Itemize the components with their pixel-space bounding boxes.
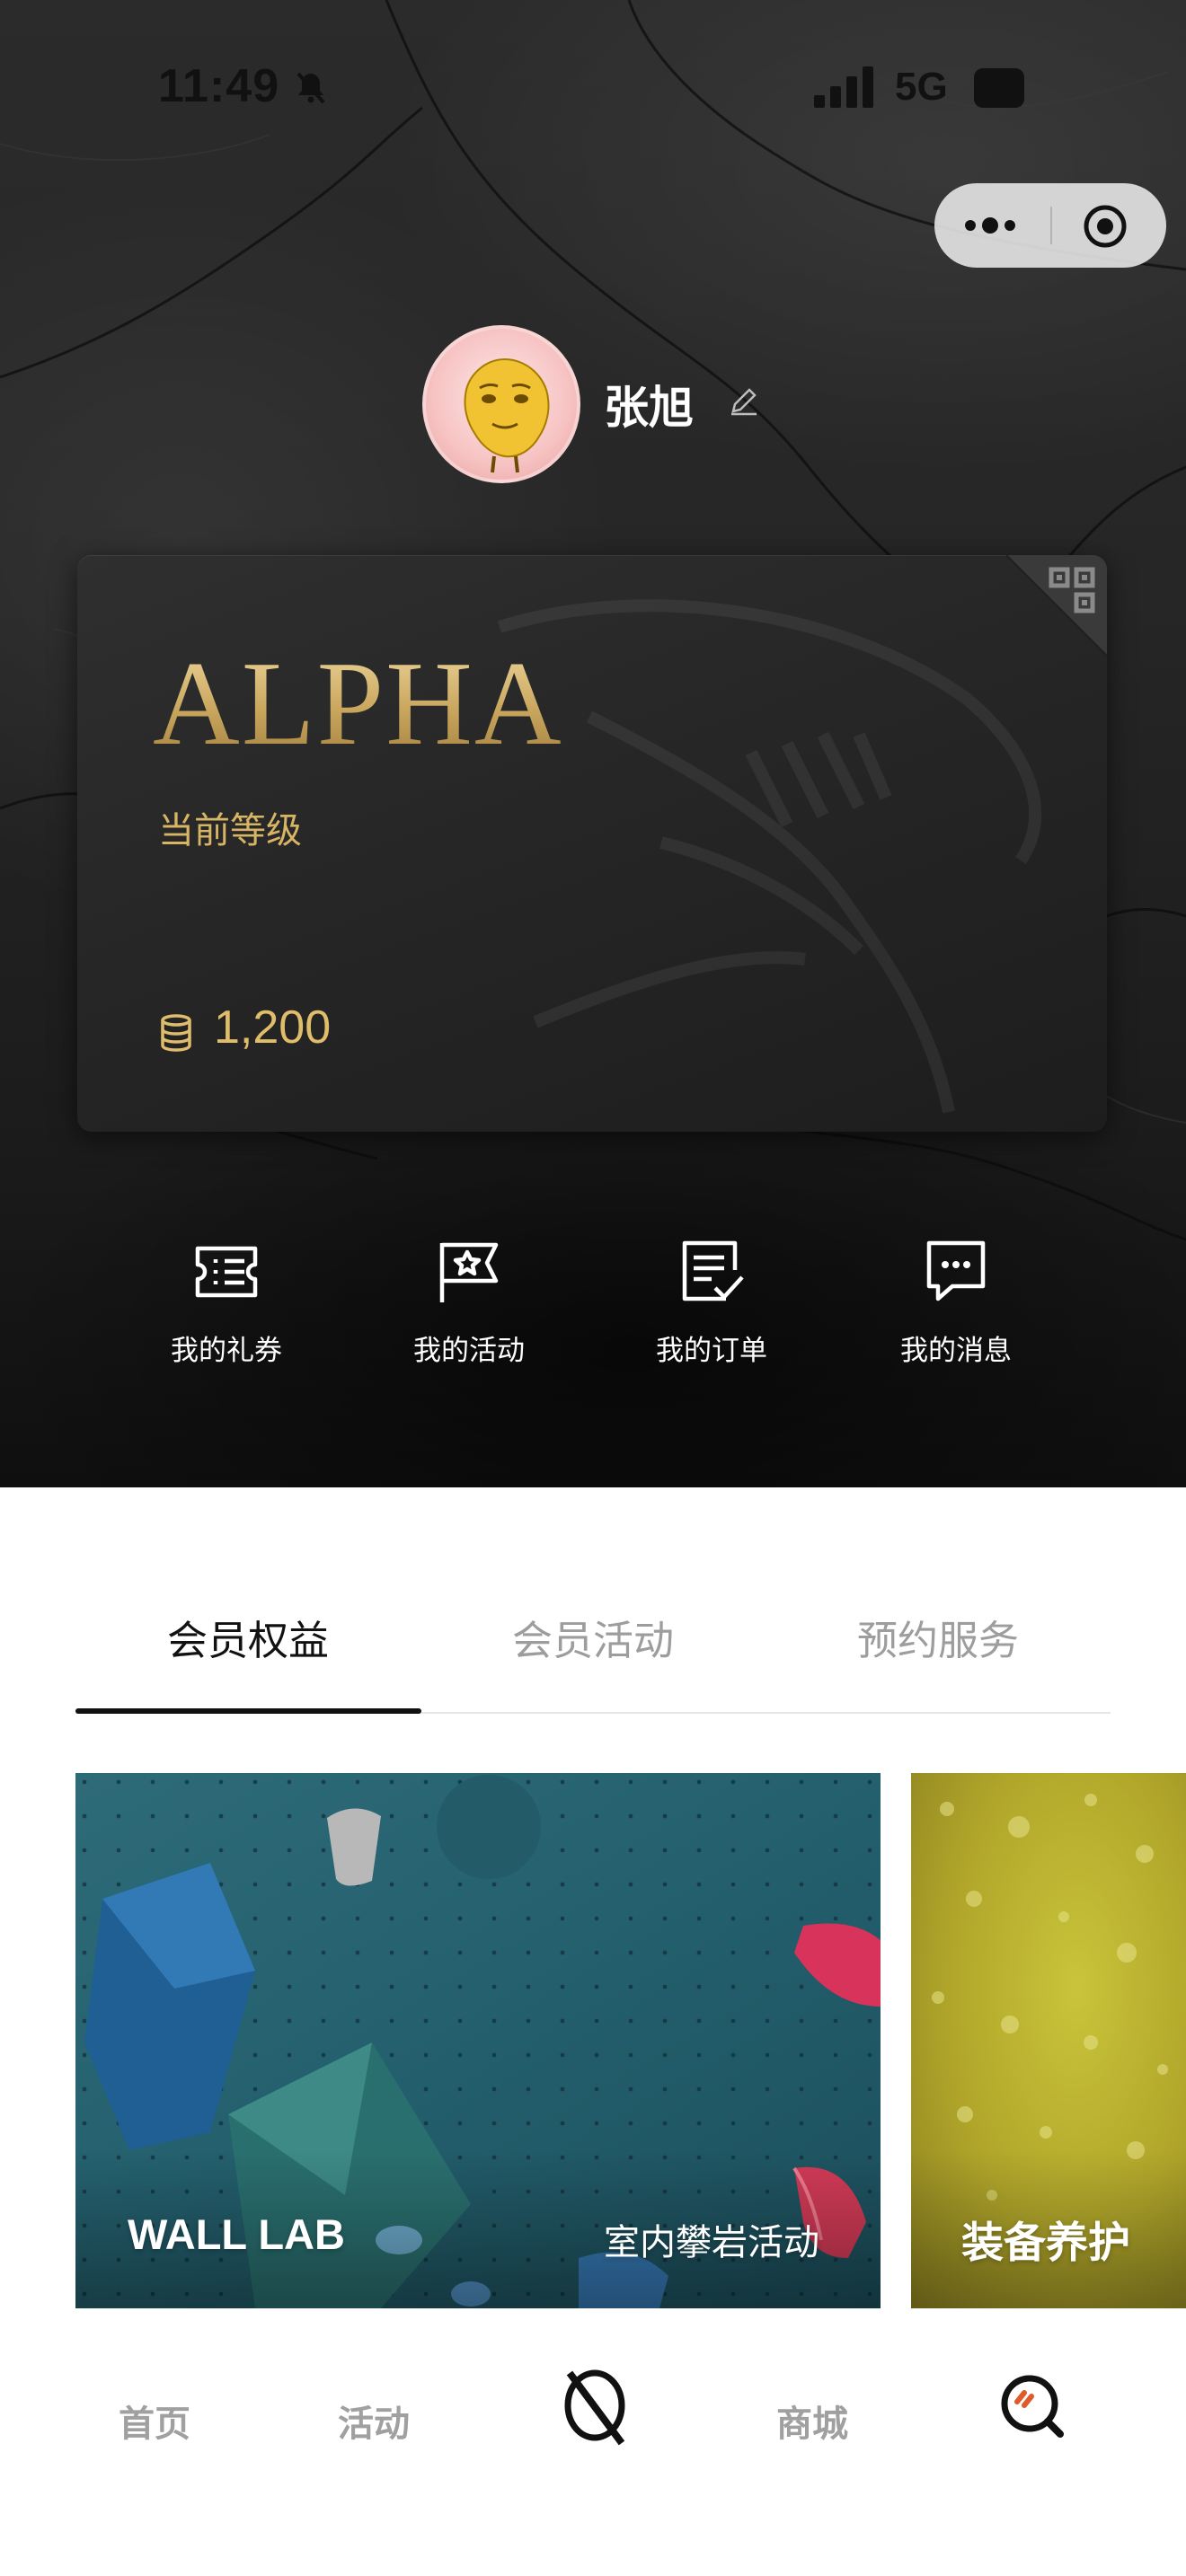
silent-bell-icon — [296, 72, 325, 104]
status-bar: 11:49 5G — [0, 52, 1186, 124]
my-messages-label: 我的消息 — [900, 1335, 1012, 1366]
miniprogram-capsule — [934, 183, 1166, 268]
my-activities-label: 我的活动 — [413, 1335, 525, 1366]
benefit-cards-carousel: WALL LAB 室内攀岩活动 装备养护 — [75, 1773, 1186, 2308]
my-coupons-label: 我的礼券 — [171, 1335, 282, 1366]
nav-home[interactable]: 首页 — [83, 2395, 226, 2447]
my-coupons-button[interactable]: 我的礼券 — [146, 1236, 307, 1368]
capsule-divider — [1050, 207, 1052, 244]
tab-booking-services[interactable]: 预约服务 — [766, 1608, 1111, 1666]
my-orders-label: 我的订单 — [656, 1335, 767, 1366]
points-coin-icon — [161, 1014, 191, 1052]
more-menu-button[interactable] — [965, 183, 1015, 268]
profile-logo-icon[interactable] — [997, 2371, 1066, 2439]
my-activities-button[interactable]: 我的活动 — [388, 1236, 550, 1368]
network-type: 5G — [895, 65, 948, 109]
qr-code-icon[interactable] — [1006, 555, 1107, 656]
benefit-card-climbing[interactable]: WALL LAB 室内攀岩活动 — [75, 1773, 881, 2308]
signal-icon — [814, 66, 873, 108]
member-card[interactable]: ALPHA 当前等级 1,200 — [77, 555, 1107, 1132]
brand-logo-icon[interactable] — [559, 2364, 631, 2450]
current-level-label: 当前等级 — [158, 811, 302, 851]
member-tier: ALPHA — [153, 634, 563, 772]
my-orders-button[interactable]: 我的订单 — [631, 1236, 792, 1368]
battery-icon — [974, 68, 1024, 108]
avatar-image — [464, 357, 550, 473]
message-icon — [926, 1240, 986, 1301]
close-miniprogram-button[interactable] — [1082, 203, 1128, 250]
edit-icon[interactable] — [728, 384, 760, 417]
points-balance: 1,200 — [214, 1001, 332, 1054]
nav-shop[interactable]: 商城 — [740, 2395, 884, 2447]
gear-care-title: 装备养护 — [961, 2219, 1130, 2266]
wall-lab-brand: WALL LAB — [128, 2210, 345, 2258]
nav-activities[interactable]: 活动 — [302, 2395, 446, 2447]
coupon-icon — [195, 1246, 258, 1298]
member-hero: 11:49 5G 张旭 ALPHA 当前等级 1,200 我的礼券 我的活动 我… — [0, 0, 1186, 1487]
benefit-card-gear-care[interactable]: 装备养护 — [911, 1773, 1186, 2308]
username: 张旭 — [604, 383, 694, 433]
content-tabs: 会员权益 会员活动 预约服务 — [75, 1599, 1111, 1716]
climbing-card-title: 室内攀岩活动 — [604, 2223, 819, 2263]
tab-member-benefits[interactable]: 会员权益 — [75, 1608, 420, 1666]
my-messages-button[interactable]: 我的消息 — [875, 1236, 1037, 1368]
tab-member-activities[interactable]: 会员活动 — [420, 1608, 766, 1666]
active-tab-indicator — [75, 1708, 421, 1714]
quick-actions: 我的礼券 我的活动 我的订单 我的消息 — [0, 1236, 1186, 1389]
flag-star-icon — [439, 1242, 499, 1302]
status-time: 11:49 — [158, 60, 280, 112]
bottom-nav: 首页 活动 商城 — [0, 2308, 1186, 2576]
avatar[interactable] — [422, 325, 580, 483]
order-icon — [682, 1240, 744, 1301]
